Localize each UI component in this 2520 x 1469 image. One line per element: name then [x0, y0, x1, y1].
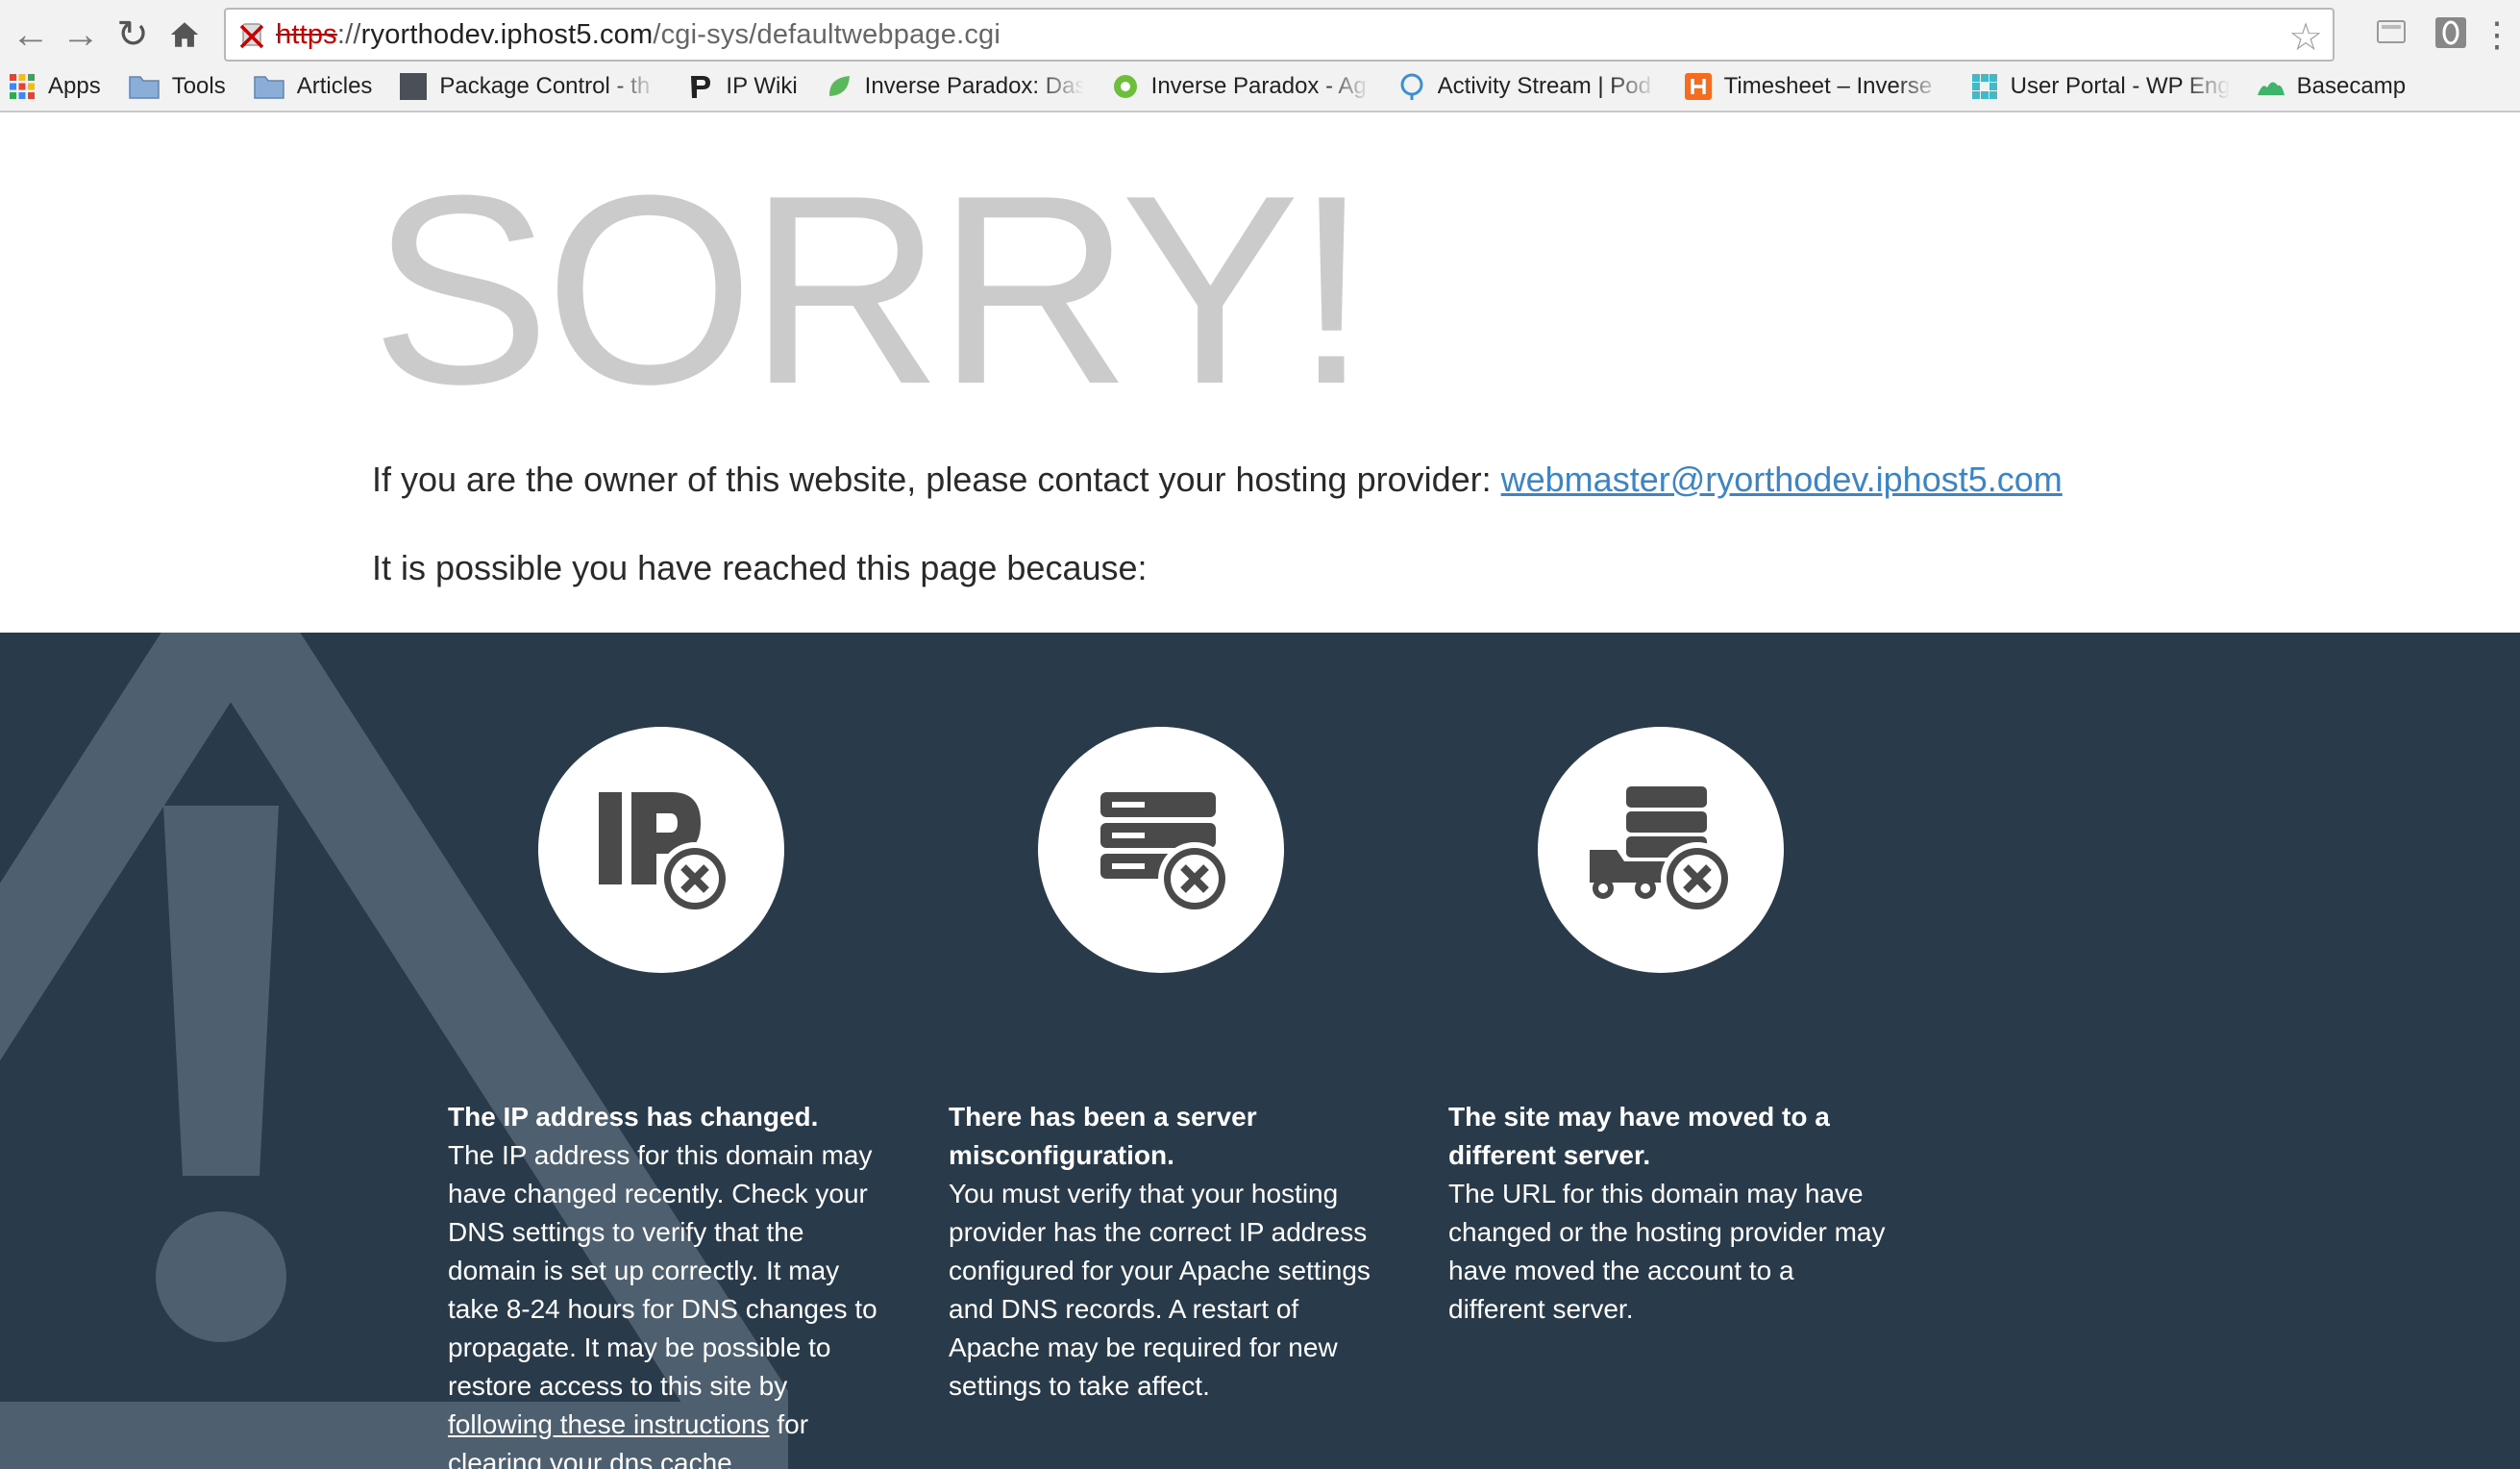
reason-title: There has been a server misconfiguration…	[949, 1102, 1257, 1170]
reason-body: You must verify that your hosting provid…	[949, 1179, 1371, 1401]
wpengine-icon	[1971, 74, 1997, 99]
insecure-lock-icon	[239, 23, 264, 49]
reason-body: The IP address for this domain may have …	[448, 1140, 877, 1401]
reason-body: The URL for this domain may have changed…	[1448, 1179, 1886, 1324]
menu-icon[interactable]: ⋮	[2480, 10, 2514, 60]
bookmark-basecamp[interactable]: Basecamp	[2257, 65, 2406, 108]
bookmark-user-portal[interactable]: User Portal - WP Eng	[1970, 65, 2230, 108]
ip-wiki-icon	[691, 76, 711, 98]
reason-text: The site may have moved to a different s…	[1448, 1098, 1886, 1329]
bookmark-star-icon[interactable]: ☆	[2288, 15, 2323, 60]
url-protocol: https	[276, 19, 337, 50]
bookmark-timesheet[interactable]: Timesheet – Inverse	[1684, 65, 1943, 108]
reached-page-text: It is possible you have reached this pag…	[372, 548, 1148, 587]
server-error-icon	[1100, 792, 1231, 915]
bookmark-label: Timesheet – Inverse	[1723, 73, 1933, 99]
reason-icon-circle	[1038, 727, 1284, 973]
owner-contact-line: If you are the owner of this website, pl…	[372, 460, 2063, 500]
bookmark-label: Package Control - th	[439, 73, 651, 99]
url-text: https://ryorthodev.iphost5.com/cgi-sys/d…	[276, 19, 1001, 51]
bookmark-label: Tools	[171, 73, 226, 99]
folder-icon	[253, 76, 284, 99]
gear-green-icon	[1113, 75, 1137, 98]
extension-counter-icon[interactable]	[2434, 13, 2468, 52]
address-bar[interactable]: https://ryorthodev.iphost5.com/cgi-sys/d…	[224, 8, 2335, 62]
bookmark-label: Activity Stream | Pod	[1437, 73, 1651, 99]
reload-icon[interactable]: ↻	[108, 10, 158, 60]
bookmark-inverse-paradox-ag[interactable]: Inverse Paradox - Ag	[1111, 65, 1371, 108]
bookmark-apps[interactable]: Apps	[8, 65, 101, 108]
reason-title: The site may have moved to a different s…	[1448, 1102, 1830, 1170]
bookmark-label: Inverse Paradox - Ag	[1150, 73, 1367, 99]
bookmark-label: IP Wiki	[726, 73, 798, 99]
bookmark-inverse-paradox-dash[interactable]: Inverse Paradox: Das	[825, 65, 1084, 108]
url-separator: ://	[336, 19, 361, 50]
reason-text: The IP address has changed. The IP addres…	[448, 1098, 885, 1469]
reason-icon-circle	[1538, 727, 1784, 973]
page-headline: SORRY!	[371, 140, 1369, 440]
bookmark-activity-stream[interactable]: Activity Stream | Pod	[1397, 65, 1657, 108]
bookmark-label: Articles	[296, 73, 373, 99]
bookmark-articles[interactable]: Articles	[253, 65, 373, 108]
leaf-icon	[828, 76, 850, 96]
home-icon[interactable]	[160, 10, 210, 60]
owner-contact-text: If you are the owner of this website, pl…	[372, 460, 1501, 499]
server-moved-error-icon	[1590, 786, 1734, 915]
folder-icon	[128, 76, 160, 99]
basecamp-icon	[2257, 82, 2285, 95]
bookmark-label: Basecamp	[2296, 73, 2407, 99]
forward-arrow-icon[interactable]: →	[56, 10, 106, 60]
extension-cast-icon[interactable]	[2374, 13, 2409, 52]
bookmarks-bar: Apps Tools Articles Package Control - th…	[0, 65, 2520, 108]
browser-chrome: ← → ↻ https://ryorthodev.iphost5.com/cgi…	[0, 0, 2520, 112]
bookmark-label: Inverse Paradox: Das	[864, 73, 1084, 99]
podio-icon	[1400, 73, 1423, 100]
url-host: ryorthodev.iphost5.com	[360, 19, 654, 50]
reason-text: There has been a server misconfiguration…	[949, 1098, 1386, 1406]
webmaster-email-link[interactable]: webmaster@ryorthodev.iphost5.com	[1501, 460, 2063, 499]
bookmark-label: User Portal - WP Eng	[2010, 73, 2230, 99]
apps-grid-icon	[10, 74, 35, 99]
dns-instructions-link[interactable]: following these instructions	[448, 1409, 770, 1439]
bookmark-ip-wiki[interactable]: IP Wiki	[685, 65, 798, 108]
back-arrow-icon[interactable]: ←	[6, 10, 56, 60]
reason-title: The IP address has changed.	[448, 1102, 819, 1132]
bookmark-tools[interactable]: Tools	[128, 65, 226, 108]
url-path: /cgi-sys/defaultwebpage.cgi	[653, 19, 1001, 50]
harvest-icon	[1684, 73, 1712, 100]
reason-icon-circle	[538, 727, 784, 973]
reasons-panel: The IP address has changed. The IP addres…	[0, 633, 2520, 1469]
bookmark-label: Apps	[48, 73, 101, 99]
bookmark-package-control[interactable]: Package Control - th	[399, 65, 658, 108]
package-control-icon	[400, 73, 428, 100]
ip-error-icon	[599, 792, 731, 915]
